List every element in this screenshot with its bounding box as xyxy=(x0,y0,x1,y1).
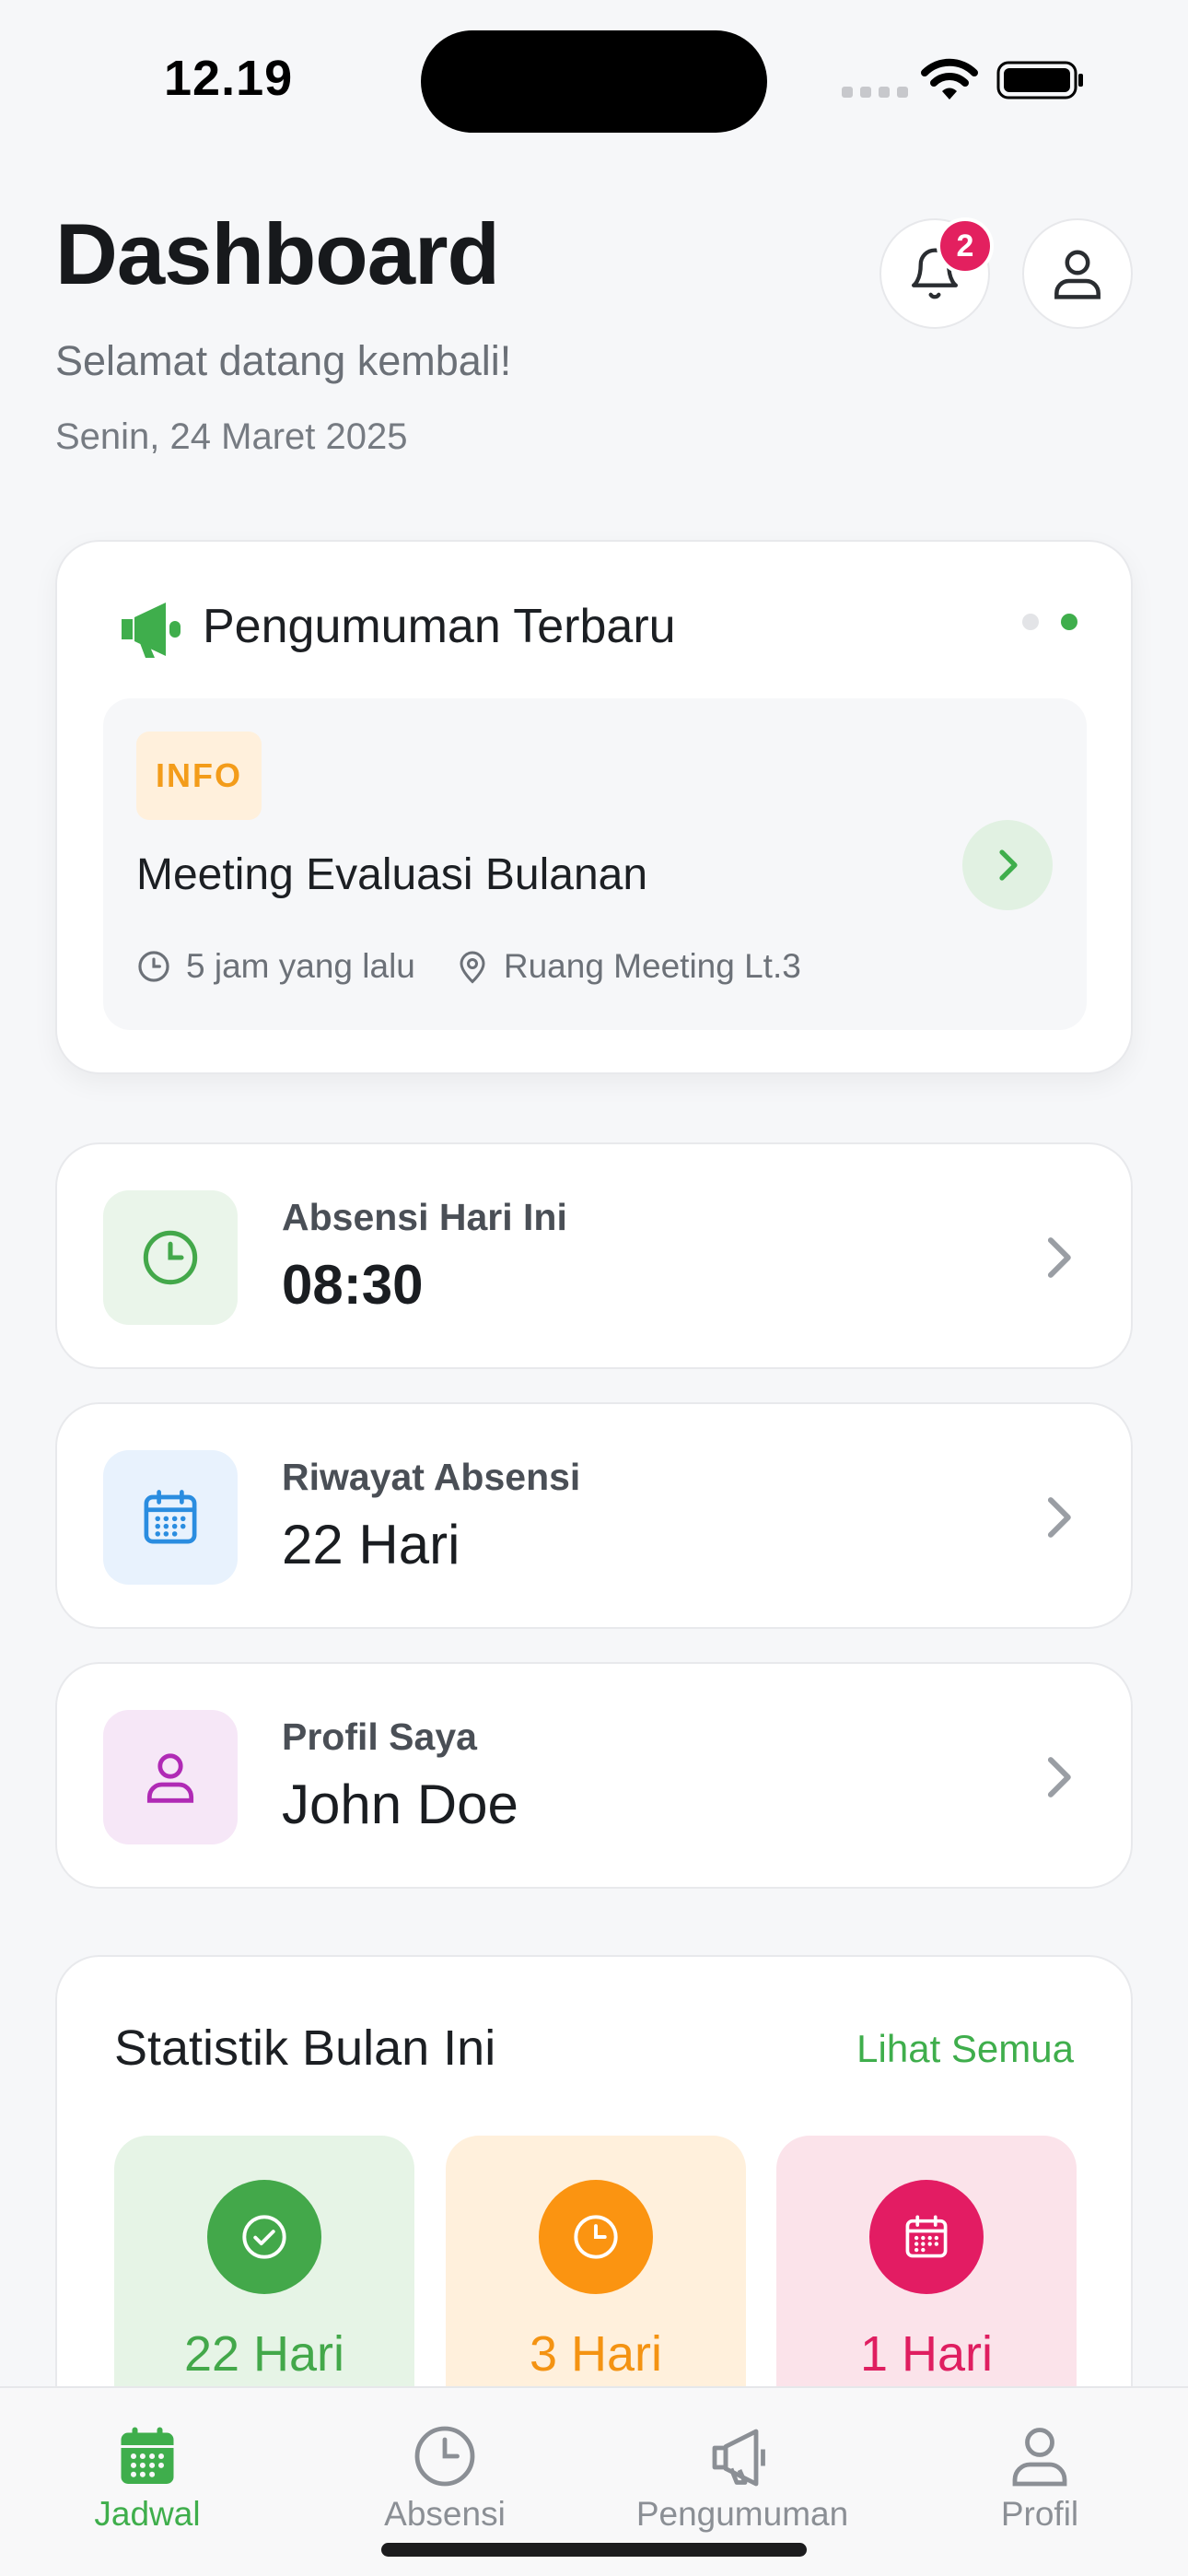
announcement-meta: 5 jam yang lalu Ruang Meeting Lt.3 xyxy=(136,947,801,986)
profile-icon-box xyxy=(103,1710,238,1844)
chevron-right-icon xyxy=(1047,1497,1071,1538)
user-icon xyxy=(1012,2428,1067,2487)
announcement-card: Pengumuman Terbaru INFO Meeting Evaluasi… xyxy=(55,540,1133,1074)
stat-value: 3 Hari xyxy=(529,2326,663,2382)
stat-value: 22 Hari xyxy=(183,2326,345,2382)
stat-icon-circle xyxy=(539,2180,653,2294)
tab-label: Pengumuman xyxy=(635,2495,849,2533)
card-label: Profil Saya xyxy=(282,1715,477,1758)
announcement-heading: Meeting Evaluasi Bulanan xyxy=(136,850,648,899)
welcome-subtitle: Selamat datang kembali! xyxy=(55,337,512,384)
user-icon xyxy=(146,1753,194,1803)
announcement-location: Ruang Meeting Lt.3 xyxy=(503,947,801,985)
attendance-history-card[interactable]: Riwayat Absensi 22 Hari xyxy=(55,1402,1133,1629)
see-all-link[interactable]: Lihat Semua xyxy=(856,2027,1074,2071)
status-bar: 12.19 xyxy=(0,0,1188,147)
tab-profil[interactable]: Profil xyxy=(920,2388,1159,2535)
home-indicator[interactable] xyxy=(381,2543,807,2557)
card-label: Riwayat Absensi xyxy=(282,1456,581,1498)
card-label: Absensi Hari Ini xyxy=(282,1196,567,1238)
clock-icon xyxy=(574,2215,618,2259)
pager-dot[interactable] xyxy=(1022,614,1039,630)
chevron-right-icon xyxy=(999,849,1018,881)
calendar-icon xyxy=(121,2427,174,2484)
stats-title: Statistik Bulan Ini xyxy=(114,2020,496,2076)
tab-absensi[interactable]: Absensi xyxy=(325,2388,565,2535)
cellular-signal-icon xyxy=(842,87,908,98)
page-title: Dashboard xyxy=(55,205,500,302)
carousel-pager[interactable] xyxy=(1022,614,1077,630)
announcement-time: 5 jam yang lalu xyxy=(186,947,415,985)
megaphone-icon xyxy=(712,2429,765,2487)
tab-label: Profil xyxy=(1000,2495,1079,2533)
tab-label: Absensi xyxy=(384,2495,506,2533)
card-value: 08:30 xyxy=(282,1254,424,1316)
location-pin-icon xyxy=(460,951,485,984)
tab-label: Jadwal xyxy=(94,2495,201,2533)
dynamic-island xyxy=(421,30,767,133)
attendance-today-card[interactable]: Absensi Hari Ini 08:30 xyxy=(55,1142,1133,1369)
announcement-section-title: Pengumuman Terbaru xyxy=(203,600,676,653)
megaphone-icon xyxy=(122,603,181,658)
open-announcement-button[interactable] xyxy=(962,820,1053,910)
stat-icon-circle xyxy=(207,2180,321,2294)
notification-badge: 2 xyxy=(937,217,994,275)
stat-icon-circle xyxy=(869,2180,984,2294)
card-value: 22 Hari xyxy=(282,1514,460,1575)
chevron-right-icon xyxy=(1047,1237,1071,1278)
status-time: 12.19 xyxy=(164,51,294,106)
tab-pengumuman[interactable]: Pengumuman xyxy=(623,2388,862,2535)
my-profile-card[interactable]: Profil Saya John Doe xyxy=(55,1662,1133,1889)
current-date: Senin, 24 Maret 2025 xyxy=(55,416,408,457)
profile-button[interactable] xyxy=(1022,218,1133,329)
clock-icon xyxy=(143,1230,198,1285)
chevron-right-icon xyxy=(1047,1757,1071,1797)
tab-jadwal[interactable]: Jadwal xyxy=(28,2388,267,2535)
wifi-icon xyxy=(921,58,978,100)
announcement-item[interactable]: INFO Meeting Evaluasi Bulanan 5 jam yang… xyxy=(103,698,1087,1030)
clock-icon xyxy=(414,2426,475,2487)
user-icon xyxy=(1054,250,1101,299)
clock-icon xyxy=(138,951,169,982)
stat-value: 1 Hari xyxy=(859,2326,994,2382)
pager-dot-active[interactable] xyxy=(1061,614,1077,630)
battery-icon xyxy=(996,61,1083,100)
calendar-icon xyxy=(905,2215,948,2258)
check-circle-icon xyxy=(242,2215,286,2259)
history-icon-box xyxy=(103,1450,238,1585)
calendar-icon xyxy=(144,1490,197,1544)
card-value: John Doe xyxy=(282,1774,518,1835)
attendance-icon-box xyxy=(103,1190,238,1325)
info-tag: INFO xyxy=(136,732,262,820)
